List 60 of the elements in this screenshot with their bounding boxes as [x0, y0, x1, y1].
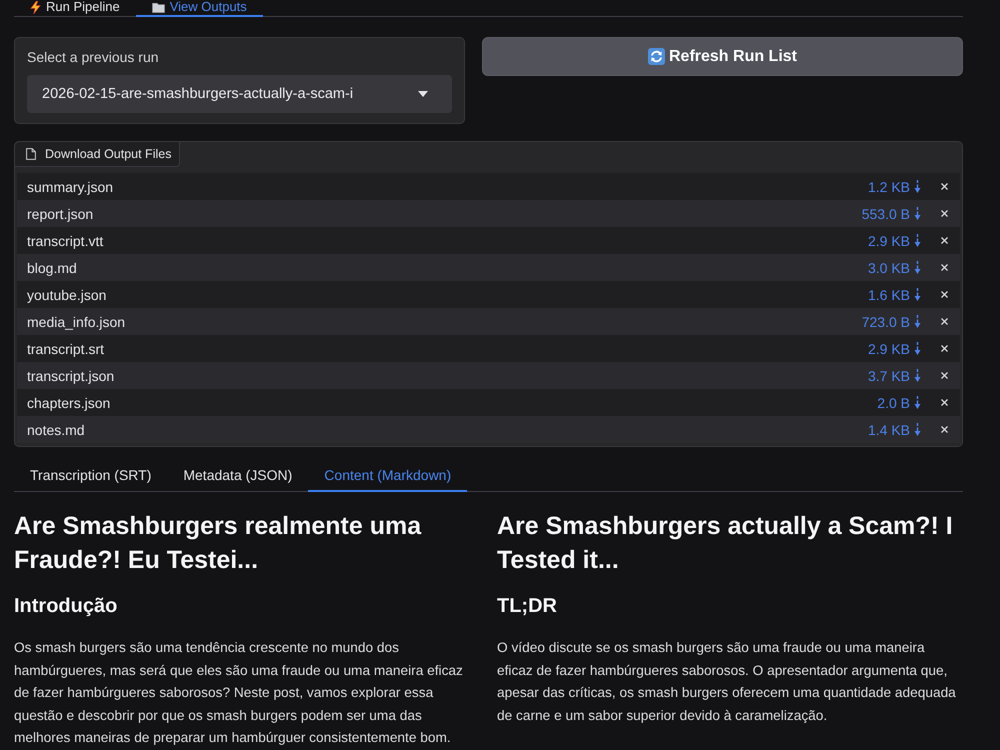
- download-arrow-icon: [914, 423, 921, 436]
- refresh-button[interactable]: Refresh Run List: [482, 37, 963, 76]
- section-heading: TL;DR: [497, 594, 558, 619]
- download-link[interactable]: 723.0 B: [862, 314, 921, 330]
- download-link[interactable]: 3.7 KB: [868, 368, 921, 384]
- download-link[interactable]: 2.9 KB: [868, 232, 921, 248]
- section-heading: Introdução: [14, 594, 118, 619]
- run-dropdown[interactable]: 2026-02-15-are-smashburgers-actually-a-scam-i: [27, 75, 452, 113]
- close-icon: [940, 183, 948, 190]
- file-name: summary.json: [27, 178, 114, 194]
- output-files-title: Download Output Files: [45, 147, 172, 161]
- download-arrow-icon: [914, 288, 921, 301]
- download-arrow-icon: [914, 315, 921, 328]
- download-link[interactable]: 3.0 KB: [868, 260, 921, 276]
- file-name: youtube.json: [27, 286, 108, 302]
- close-icon: [940, 291, 948, 298]
- file-name: chapters.json: [27, 394, 112, 410]
- file-name: notes.md: [27, 422, 86, 438]
- tab[interactable]: Metadata (JSON): [167, 460, 308, 492]
- download-arrow-icon: [914, 180, 921, 193]
- download-link[interactable]: 2.9 KB: [868, 340, 921, 356]
- download-arrow-icon: [914, 342, 921, 355]
- refresh-icon: [648, 48, 665, 65]
- close-icon: [940, 237, 948, 244]
- caret-icon: [418, 91, 428, 97]
- download-link[interactable]: 553.0 B: [862, 206, 921, 222]
- download-link[interactable]: 1.6 KB: [868, 286, 921, 302]
- file-name: transcript.srt: [27, 340, 106, 356]
- article-title: Are Smashburgers realmente uma Fraude?! Eu Testei...: [14, 511, 422, 576]
- download-link[interactable]: 2.0 B: [877, 394, 921, 410]
- download-link[interactable]: 1.2 KB: [868, 178, 921, 194]
- close-icon: [940, 264, 948, 271]
- lightning-icon: [30, 0, 41, 14]
- folder-icon: [152, 2, 165, 12]
- file-name: transcript.json: [27, 368, 116, 384]
- download-link[interactable]: 1.4 KB: [868, 422, 921, 438]
- close-icon: [940, 345, 948, 352]
- run-select-label: Select a previous run: [27, 48, 160, 66]
- file-icon: [26, 148, 36, 160]
- download-arrow-icon: [914, 261, 921, 274]
- close-icon: [940, 399, 948, 406]
- file-name: blog.md: [27, 260, 78, 276]
- paragraph: O vídeo discute se os smash burgers são uma fraude ou uma maneira eficaz de fazer hambúrgueres saborosos. O apresentador argumenta que, apesar das críticas, os smash burgers oferecem uma quantidade adequada de carne e um sabor superior devido à caramelização.: [497, 639, 957, 725]
- tab[interactable]: View Outputs: [136, 0, 263, 17]
- close-icon: [940, 426, 948, 433]
- file-name: transcript.vtt: [27, 232, 104, 248]
- paragraph: Os smash burgers são uma tendência crescente no mundo dos hambúrgueres, mas será que eles são uma fraude ou uma maneira eficaz de fazer hambúrgueres saborosos? Neste post, vamos explorar essa questão e descobrir por que os smash burgers podem ser uma das melhores maneiras de preparar um hambúrguer consistentemente bom.: [14, 639, 464, 747]
- download-arrow-icon: [914, 234, 921, 247]
- close-icon: [940, 372, 948, 379]
- download-arrow-icon: [914, 207, 921, 220]
- close-icon: [940, 210, 948, 217]
- tab[interactable]: Content (Markdown): [308, 460, 468, 492]
- download-arrow-icon: [914, 369, 921, 382]
- file-name: media_info.json: [27, 314, 126, 330]
- tab[interactable]: Run Pipeline: [14, 0, 136, 17]
- article-title: Are Smashburgers actually a Scam?! I Tested it...: [497, 511, 954, 576]
- close-icon: [940, 318, 948, 325]
- tab[interactable]: Transcription (SRT): [14, 460, 168, 492]
- download-arrow-icon: [914, 396, 921, 409]
- file-name: report.json: [27, 206, 94, 222]
